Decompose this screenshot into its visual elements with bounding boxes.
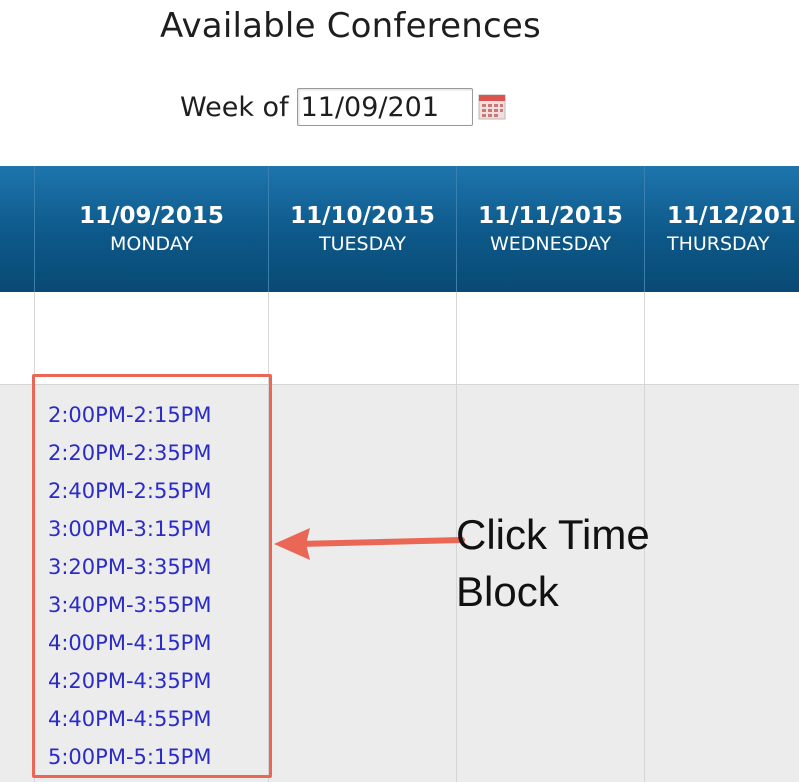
day-weekday: TUESDAY [318,233,406,255]
week-date-input[interactable] [296,88,473,126]
day-date: 11/09/2015 [79,203,224,229]
page-title: Available Conferences [160,6,541,46]
day-weekday: WEDNESDAY [489,233,612,255]
day-header-tuesday[interactable]: 11/10/2015 TUESDAY [269,166,456,292]
day-header-wednesday[interactable]: 11/11/2015 WEDNESDAY [457,166,644,292]
annotation-arrow-icon [274,528,465,560]
day-header-thursday[interactable]: 11/12/201 THURSDAY [645,166,799,292]
day-header-monday[interactable]: 11/09/2015 MONDAY [35,166,268,292]
calendar-icon[interactable] [477,92,507,122]
day-weekday: MONDAY [110,233,193,255]
week-selector: Week of [180,86,507,128]
day-weekday: THURSDAY [667,233,770,255]
annotation-callout-text: Click Time Block [456,511,650,615]
day-date: 11/10/2015 [290,203,435,229]
annotation-highlight-box [32,374,272,778]
week-label: Week of [180,91,289,123]
day-date: 11/12/201 [667,203,796,229]
day-date: 11/11/2015 [478,203,623,229]
